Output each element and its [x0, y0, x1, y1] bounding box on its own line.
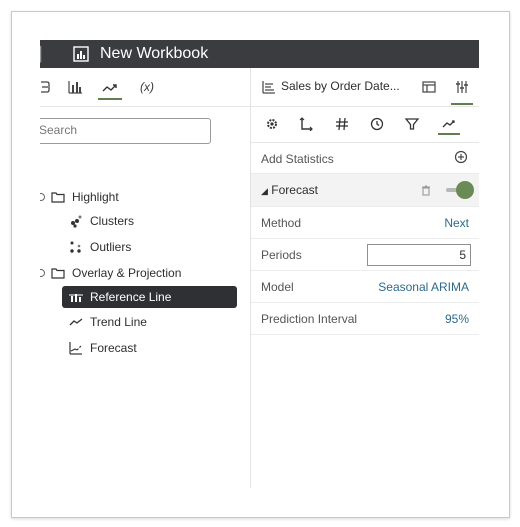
- bar-chart-icon: [68, 81, 82, 94]
- periods-input[interactable]: [370, 246, 466, 264]
- prediction-interval-label: Prediction Interval: [261, 312, 358, 326]
- forecast-section-title: ◢ Forecast: [261, 183, 318, 197]
- tree-item-reference-line[interactable]: Reference Line: [62, 286, 237, 308]
- tree-item-clusters[interactable]: Clusters: [68, 210, 134, 232]
- tree-label: Outliers: [90, 240, 132, 254]
- method-label: Method: [261, 216, 302, 230]
- search-box[interactable]: [40, 118, 211, 144]
- tab-number-format[interactable]: [333, 116, 351, 132]
- trend-icon: [442, 120, 455, 128]
- folder-icon: [50, 190, 66, 204]
- add-circle-icon[interactable]: [454, 150, 468, 164]
- expand-bullet-icon[interactable]: [40, 193, 45, 201]
- add-statistics-row: Add Statistics: [251, 143, 479, 174]
- tree-item-forecast[interactable]: Forecast: [68, 337, 137, 359]
- visualization-title[interactable]: Sales by Order Date...: [281, 79, 400, 93]
- prediction-interval-row: Prediction Interval 95%: [251, 303, 479, 335]
- properties-icon[interactable]: [454, 79, 470, 95]
- database-icon: [41, 81, 50, 93]
- tree-label: Reference Line: [90, 290, 172, 304]
- visualizations-tab[interactable]: [66, 78, 84, 96]
- forecast-section-label: Forecast: [271, 183, 318, 197]
- tree-label: Overlay & Projection: [72, 266, 182, 280]
- model-label: Model: [261, 280, 294, 294]
- method-row: Method Next: [251, 207, 479, 239]
- tab-filter[interactable]: [403, 116, 421, 132]
- toggle-knob: [456, 181, 474, 199]
- tree-label: Highlight: [72, 190, 119, 204]
- model-value[interactable]: Seasonal ARIMA: [378, 280, 469, 294]
- trend-line-icon: [68, 315, 84, 329]
- inspector-tabs: [251, 106, 479, 143]
- data-tab[interactable]: [40, 78, 52, 96]
- trend-icon: [102, 84, 117, 92]
- right-panel: Sales by Order Date... Add Statistics ◢ …: [251, 68, 479, 488]
- forecast-toggle[interactable]: [446, 181, 474, 199]
- visualization-header: Sales by Order Date...: [251, 68, 479, 107]
- trash-icon[interactable]: [421, 185, 431, 196]
- properties-active-indicator: [451, 103, 473, 105]
- periods-label: Periods: [261, 248, 302, 262]
- tab-time[interactable]: [368, 116, 386, 132]
- analytics-tab[interactable]: [98, 78, 122, 100]
- tab-axis[interactable]: [297, 116, 315, 132]
- periods-field[interactable]: [367, 244, 471, 266]
- workbook-icon: [73, 46, 89, 62]
- add-statistics-label: Add Statistics: [261, 152, 334, 166]
- app-window: ▏ New Workbook (x) Search Highlight Clus…: [40, 40, 479, 488]
- tree-folder-overlay[interactable]: Overlay & Projection: [50, 262, 181, 284]
- reference-line-icon: [68, 290, 84, 304]
- layout-icon[interactable]: [421, 79, 437, 95]
- tree-item-trend-line[interactable]: Trend Line: [68, 311, 147, 333]
- filter-icon: [405, 118, 419, 130]
- chart-type-icon: [262, 81, 275, 94]
- search-input[interactable]: [40, 119, 199, 141]
- method-value[interactable]: Next: [444, 216, 469, 230]
- axis-icon: [299, 117, 313, 131]
- forecast-icon: [68, 341, 84, 355]
- periods-row: Periods: [251, 239, 479, 271]
- title-bar: ▏ New Workbook: [40, 40, 479, 68]
- hash-icon: [336, 117, 348, 131]
- workbook-title: New Workbook: [100, 45, 209, 62]
- tree-label: Clusters: [90, 214, 135, 228]
- tree-folder-highlight[interactable]: Highlight: [50, 186, 119, 208]
- calculations-tab[interactable]: (x): [136, 78, 158, 96]
- tree-item-outliers[interactable]: Outliers: [68, 236, 131, 258]
- collapse-triangle-icon: ◢: [261, 186, 268, 196]
- clock-icon: [370, 117, 384, 131]
- tree-label: Trend Line: [90, 315, 147, 329]
- left-panel: (x) Highlight Clusters Outliers: [40, 68, 251, 488]
- expand-bullet-icon[interactable]: [40, 269, 45, 277]
- clusters-icon: [68, 214, 84, 228]
- left-panel-tabs: (x): [40, 68, 250, 107]
- prediction-interval-value[interactable]: 95%: [445, 312, 469, 326]
- tab-analytics[interactable]: [438, 115, 460, 135]
- titlebar-separator: ▏: [40, 46, 51, 62]
- outliers-icon: [68, 240, 84, 254]
- gear-icon: [267, 119, 277, 129]
- model-row: Model Seasonal ARIMA: [251, 271, 479, 303]
- tree-label: Forecast: [90, 341, 137, 355]
- folder-icon: [50, 266, 66, 280]
- tab-general[interactable]: [263, 116, 281, 132]
- forecast-section-header[interactable]: ◢ Forecast: [251, 174, 479, 207]
